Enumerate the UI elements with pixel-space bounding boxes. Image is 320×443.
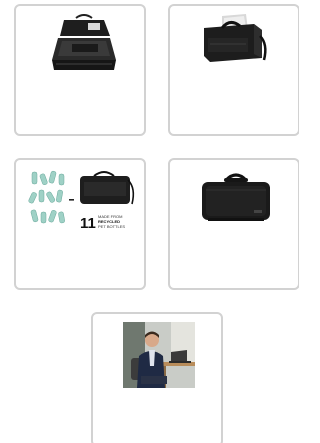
product-image-gallery: 11 MADE FROM RECYCLED PET BOTTLES [0, 0, 299, 443]
gallery-thumbnail-1[interactable] [14, 4, 146, 136]
recycled-count: 11 [80, 215, 96, 232]
laptop-bag-closed-image [198, 170, 274, 226]
man-with-laptop-photo [123, 322, 195, 388]
recycled-bottles-infographic: 11 MADE FROM RECYCLED PET BOTTLES [24, 168, 140, 236]
gallery-thumbnail-3[interactable]: 11 MADE FROM RECYCLED PET BOTTLES [14, 158, 146, 290]
laptop-bag-open-image [46, 14, 120, 76]
gallery-thumbnail-4[interactable] [168, 158, 299, 290]
laptop-bag-with-laptop-image [196, 14, 272, 70]
gallery-thumbnail-5[interactable] [91, 312, 223, 443]
gallery-thumbnail-2[interactable] [168, 4, 299, 136]
recycled-line-3: PET BOTTLES [98, 224, 125, 229]
